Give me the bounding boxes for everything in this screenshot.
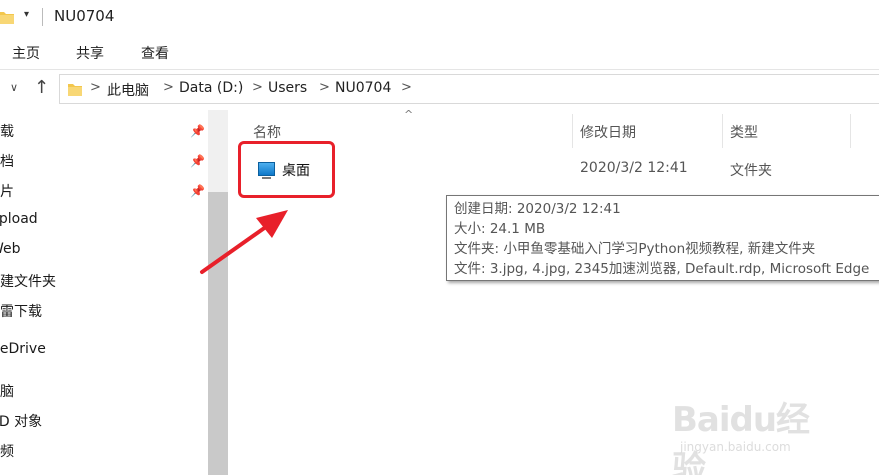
nav-item-new-folder[interactable]: 新建文件夹 bbox=[0, 271, 56, 291]
recent-locations-chevron-icon[interactable]: ∨ bbox=[10, 81, 18, 94]
quick-access-dropdown-icon[interactable]: ▾ bbox=[24, 9, 29, 20]
highlight-annotation-box bbox=[238, 141, 335, 198]
annotation-arrow-icon bbox=[200, 210, 288, 274]
pin-icon[interactable]: 📌 bbox=[190, 154, 205, 168]
file-type: 文件夹 bbox=[730, 163, 772, 179]
column-divider[interactable] bbox=[850, 114, 851, 148]
nav-item-downloads[interactable]: 下载 bbox=[0, 121, 14, 141]
nav-item-documents[interactable]: 文档 bbox=[0, 151, 14, 171]
title-bar: ▾ NU0704 bbox=[0, 0, 879, 36]
watermark-url: jingyan.baidu.com bbox=[680, 440, 791, 454]
nav-item-3d-objects[interactable]: 3D 对象 bbox=[0, 411, 42, 431]
breadcrumb-separator[interactable]: > bbox=[319, 80, 330, 95]
ribbon-tabs: 主页 共享 查看 bbox=[0, 36, 879, 70]
nav-item-thunder-downloads[interactable]: 迅雷下载 bbox=[0, 301, 42, 321]
tooltip-files: 文件: 3.jpg, 4.jpg, 2345加速浏览器, Default.rdp… bbox=[454, 261, 870, 277]
tab-share[interactable]: 共享 bbox=[76, 43, 104, 63]
breadcrumb-separator[interactable]: > bbox=[163, 80, 174, 95]
breadcrumb-separator[interactable]: > bbox=[401, 80, 412, 95]
nav-pane-scrollbar[interactable] bbox=[208, 110, 228, 475]
breadcrumb-separator[interactable]: > bbox=[90, 80, 101, 95]
nav-item-web[interactable]: Web bbox=[0, 241, 21, 257]
watermark-logo: Baidu经验 bbox=[672, 400, 810, 475]
folder-info-tooltip: 创建日期: 2020/3/2 12:41 大小: 24.1 MB 文件夹: 小甲… bbox=[446, 195, 879, 281]
sort-ascending-icon: ^ bbox=[404, 108, 414, 121]
nav-item-videos[interactable]: 视频 bbox=[0, 441, 14, 461]
tab-view[interactable]: 查看 bbox=[141, 43, 169, 63]
tab-home[interactable]: 主页 bbox=[12, 43, 40, 63]
column-divider[interactable] bbox=[722, 114, 723, 148]
pin-icon[interactable]: 📌 bbox=[190, 124, 205, 138]
breadcrumb-nu0704[interactable]: NU0704 bbox=[335, 80, 391, 96]
breadcrumb-this-pc[interactable]: 此电脑 bbox=[107, 80, 149, 100]
title-separator bbox=[42, 8, 43, 26]
folder-icon bbox=[68, 84, 82, 96]
tooltip-size: 大小: 24.1 MB bbox=[454, 221, 546, 237]
nav-item-this-pc[interactable]: 电脑 bbox=[0, 381, 14, 401]
tooltip-created-date: 创建日期: 2020/3/2 12:41 bbox=[454, 201, 621, 217]
file-modified-date: 2020/3/2 12:41 bbox=[580, 160, 688, 176]
navigation-pane: 下载 📌 文档 📌 图片 📌 upload Web 新建文件夹 迅雷下载 One… bbox=[0, 110, 228, 475]
up-arrow-icon[interactable]: ↑ bbox=[34, 77, 49, 98]
column-divider[interactable] bbox=[572, 114, 573, 148]
breadcrumb-data-drive[interactable]: Data (D:) bbox=[179, 80, 243, 96]
baidu-jingyan-watermark: Baidu经验 jingyan.baidu.com bbox=[672, 392, 842, 475]
address-bar[interactable]: > 此电脑 > Data (D:) > Users > NU0704 > bbox=[59, 74, 879, 104]
pin-icon[interactable]: 📌 bbox=[190, 184, 205, 198]
breadcrumb-users[interactable]: Users bbox=[268, 80, 307, 96]
nav-item-pictures[interactable]: 图片 bbox=[0, 181, 14, 201]
folder-icon bbox=[0, 12, 14, 24]
nav-item-upload[interactable]: upload bbox=[0, 211, 38, 227]
address-row: ∨ ↑ > 此电脑 > Data (D:) > Users > NU0704 > bbox=[0, 70, 879, 108]
window-title: NU0704 bbox=[54, 7, 115, 25]
tooltip-folders: 文件夹: 小甲鱼零基础入门学习Python视频教程, 新建文件夹 bbox=[454, 241, 816, 257]
breadcrumb-separator[interactable]: > bbox=[252, 80, 263, 95]
nav-item-onedrive[interactable]: OneDrive bbox=[0, 341, 46, 357]
